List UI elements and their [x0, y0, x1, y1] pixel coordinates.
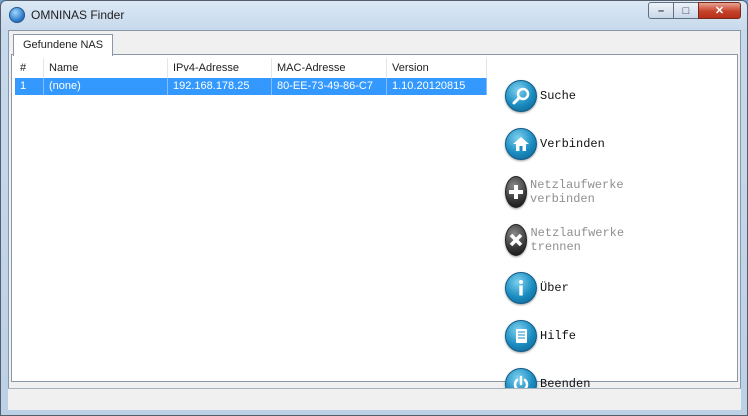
connect-label: Verbinden [540, 137, 605, 151]
search-icon [505, 80, 537, 112]
table-row[interactable]: 1 (none) 192.168.178.25 80-EE-73-49-86-C… [15, 78, 487, 95]
close-x-icon [505, 224, 528, 256]
map-network-drives-button[interactable]: Netzlaufwerke verbinden [505, 175, 634, 209]
home-icon [505, 128, 537, 160]
disconnect-network-drives-button[interactable]: Netzlaufwerke trennen [505, 223, 634, 257]
cell-number: 1 [15, 78, 44, 95]
column-header-name[interactable]: Name [44, 58, 168, 78]
app-window: OMNINAS Finder – □ ✕ Gefundene NAS # Nam… [0, 0, 748, 416]
disconnect-network-drives-label: Netzlaufwerke trennen [530, 226, 625, 254]
column-header-mac[interactable]: MAC-Adresse [272, 58, 387, 78]
tab-gefundene-nas[interactable]: Gefundene NAS [13, 34, 114, 56]
list-header: # Name IPv4-Adresse MAC-Adresse Version [15, 58, 487, 78]
help-button[interactable]: Hilfe [505, 319, 576, 353]
globe-icon [9, 7, 25, 23]
close-button[interactable]: ✕ [698, 2, 741, 19]
status-bar [8, 388, 741, 410]
window-title: OMNINAS Finder [31, 8, 125, 22]
column-header-number[interactable]: # [15, 58, 44, 78]
book-icon [505, 320, 537, 352]
column-header-ipv4[interactable]: IPv4-Adresse [168, 58, 272, 78]
column-header-version[interactable]: Version [387, 58, 487, 78]
about-button[interactable]: Über [505, 271, 569, 305]
title-bar: OMNINAS Finder – □ ✕ [1, 1, 747, 29]
minimize-button[interactable]: – [648, 2, 674, 19]
cell-name: (none) [44, 78, 168, 95]
search-label: Suche [540, 89, 577, 103]
client-area: Gefundene NAS # Name IPv4-Adresse MAC-Ad… [8, 30, 741, 410]
info-icon [505, 272, 537, 304]
tab-panel: # Name IPv4-Adresse MAC-Adresse Version … [11, 54, 738, 400]
map-network-drives-label: Netzlaufwerke verbinden [530, 178, 624, 206]
cell-mac: 80-EE-73-49-86-C7 [272, 78, 387, 95]
maximize-button[interactable]: □ [673, 2, 699, 19]
help-label: Hilfe [540, 329, 577, 343]
cell-ipv4: 192.168.178.25 [168, 78, 272, 95]
plus-icon [505, 176, 527, 208]
nas-list[interactable]: # Name IPv4-Adresse MAC-Adresse Version … [15, 58, 487, 376]
search-button[interactable]: Suche [505, 79, 576, 113]
about-label: Über [540, 281, 569, 295]
cell-version: 1.10.20120815 [387, 78, 487, 95]
connect-button[interactable]: Verbinden [505, 127, 605, 161]
